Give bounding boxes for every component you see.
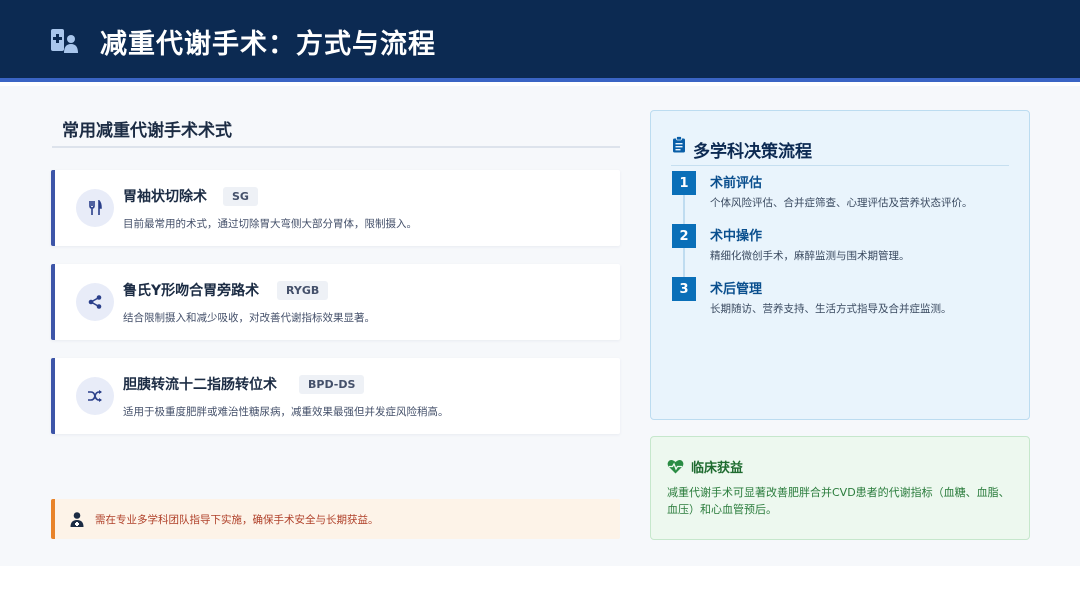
step-number: 2 bbox=[672, 224, 696, 248]
benefit-text: 减重代谢手术可显著改善肥胖合并CVD患者的代谢指标（血糖、血脂、血压）和心血管预… bbox=[667, 486, 1010, 516]
decision-process-panel: 多学科决策流程 1 术前评估 个体风险评估、合并症筛查、心理评估及营养状态评价。… bbox=[650, 110, 1030, 420]
hospital-user-icon bbox=[51, 29, 78, 53]
safety-note: 需在专业多学科团队指导下实施，确保手术安全与长期获益。 bbox=[51, 499, 620, 539]
procedure-card-bpd-ds: 胆胰转流十二指肠转位术 BPD-DS 适用于极重度肥胖或难治性糖尿病，减重效果最… bbox=[51, 358, 620, 434]
procedure-badge: SG bbox=[223, 187, 258, 206]
procedure-name: 鲁氏Y形吻合胃旁路术 bbox=[123, 283, 260, 299]
section-divider bbox=[52, 146, 620, 148]
procedure-badge: BPD-DS bbox=[299, 375, 365, 394]
header-bar: 减重代谢手术：方式与流程 bbox=[0, 0, 1080, 82]
procedure-name: 胆胰转流十二指肠转位术 bbox=[123, 377, 277, 393]
utensils-icon bbox=[76, 189, 114, 227]
clinical-benefit-panel: 临床获益 减重代谢手术可显著改善肥胖合并CVD患者的代谢指标（血糖、血脂、血压）… bbox=[650, 436, 1030, 540]
procedure-badge: RYGB bbox=[277, 281, 329, 300]
shuffle-icon bbox=[76, 377, 114, 415]
step-description: 精细化微创手术，麻醉监测与围术期管理。 bbox=[710, 250, 910, 262]
step-title: 术中操作 bbox=[710, 229, 763, 244]
procedure-description: 目前最常用的术式，通过切除胃大弯侧大部分胃体，限制摄入。 bbox=[123, 218, 417, 230]
step-description: 个体风险评估、合并症筛查、心理评估及营养状态评价。 bbox=[710, 197, 973, 209]
procedure-name: 胃袖状切除术 bbox=[123, 189, 207, 205]
clipboard-list-icon bbox=[673, 136, 685, 153]
page-title: 减重代谢手术：方式与流程 bbox=[100, 29, 436, 60]
heart-pulse-icon bbox=[667, 459, 684, 474]
process-title: 多学科决策流程 bbox=[693, 142, 812, 162]
user-doctor-icon bbox=[70, 512, 84, 527]
share-nodes-icon bbox=[76, 283, 114, 321]
step-number: 1 bbox=[672, 171, 696, 195]
step-title: 术后管理 bbox=[710, 282, 763, 297]
procedure-card-sg: 胃袖状切除术 SG 目前最常用的术式，通过切除胃大弯侧大部分胃体，限制摄入。 bbox=[51, 170, 620, 246]
step-connector bbox=[683, 195, 685, 224]
step-number: 3 bbox=[672, 277, 696, 301]
note-text: 需在专业多学科团队指导下实施，确保手术安全与长期获益。 bbox=[95, 514, 379, 526]
step-title: 术前评估 bbox=[710, 176, 763, 191]
step-description: 长期随访、营养支持、生活方式指导及合并症监测。 bbox=[710, 303, 952, 315]
step-connector bbox=[683, 248, 685, 277]
procedures-title: 常用减重代谢手术术式 bbox=[62, 121, 232, 141]
procedure-description: 结合限制摄入和减少吸收，对改善代谢指标效果显著。 bbox=[123, 312, 375, 324]
process-divider bbox=[671, 165, 1009, 166]
procedure-card-rygb: 鲁氏Y形吻合胃旁路术 RYGB 结合限制摄入和减少吸收，对改善代谢指标效果显著。 bbox=[51, 264, 620, 340]
procedure-description: 适用于极重度肥胖或难治性糖尿病，减重效果最强但并发症风险稍高。 bbox=[123, 406, 449, 418]
benefit-title: 临床获益 bbox=[691, 461, 744, 476]
